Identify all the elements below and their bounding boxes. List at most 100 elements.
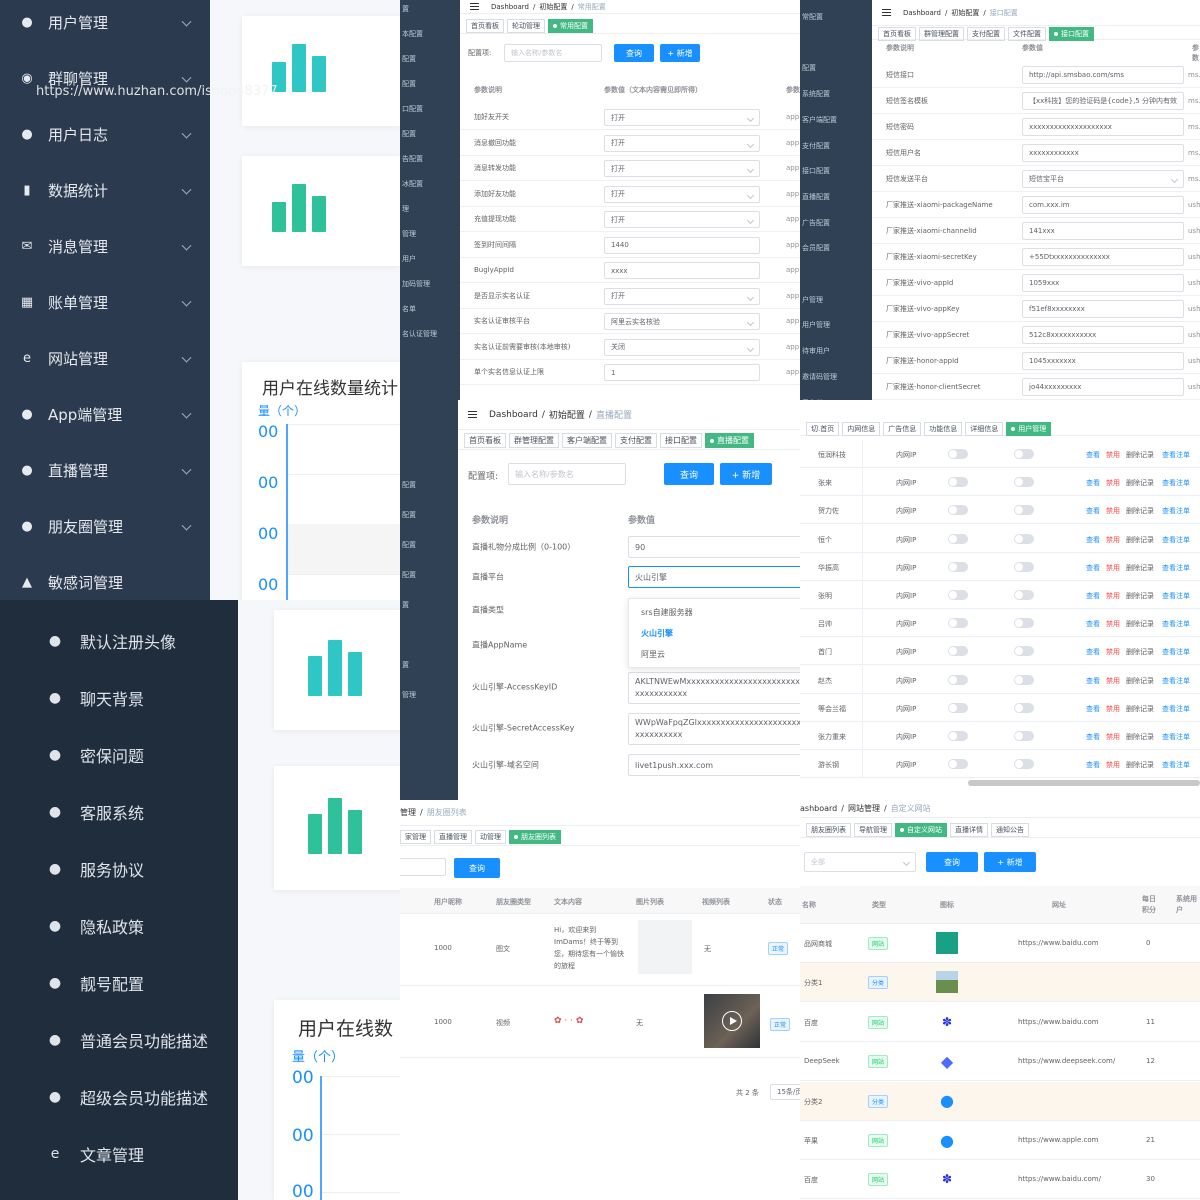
site-url[interactable]: https://www.baidu.com/ xyxy=(1018,1175,1101,1183)
toggle-switch[interactable] xyxy=(1014,590,1034,600)
sidebar-sub-item[interactable]: ● 默认注册头像 xyxy=(0,618,238,664)
delete-record-link[interactable]: 删除记录 xyxy=(1126,732,1154,742)
sidebar-sub-item[interactable]: ● 客服系统 xyxy=(0,789,238,835)
sidebar-item[interactable]: 置 xyxy=(400,660,458,670)
view-orders-link[interactable]: 查看注单 xyxy=(1162,760,1190,770)
horizontal-scrollbar[interactable] xyxy=(968,780,1200,786)
sidebar-item[interactable]: 直播配置 xyxy=(800,192,872,202)
query-button[interactable]: 查询 xyxy=(454,858,500,878)
view-link[interactable]: 查看 xyxy=(1086,760,1100,770)
disable-link[interactable]: 禁用 xyxy=(1106,619,1120,629)
sidebar-item[interactable]: ▲ 敏感词管理 xyxy=(0,560,210,600)
crumb[interactable]: Dashboard xyxy=(489,410,538,420)
dropdown-option-selected[interactable]: 火山引擎 xyxy=(641,628,673,639)
config-input[interactable]: jo44xxxxxxxxx xyxy=(1022,378,1184,396)
sidebar-item[interactable]: 户管理 xyxy=(800,295,872,305)
view-link[interactable]: 查看 xyxy=(1086,591,1100,601)
sidebar-item[interactable]: 支付配置 xyxy=(800,141,872,151)
config-select[interactable]: 打开 xyxy=(604,134,760,152)
view-link[interactable]: 查看 xyxy=(1086,732,1100,742)
tab-item[interactable]: 轮动管理 xyxy=(507,18,545,33)
disable-link[interactable]: 禁用 xyxy=(1106,760,1120,770)
disable-link[interactable]: 禁用 xyxy=(1106,732,1120,742)
config-input[interactable]: com.xxx.im xyxy=(1022,196,1184,214)
sidebar-item[interactable]: ▮ 数据统计 xyxy=(0,168,210,213)
tab-item[interactable]: 切.首页 xyxy=(806,421,840,436)
tab-item[interactable]: 群管理配置 xyxy=(509,433,559,448)
view-orders-link[interactable]: 查看注单 xyxy=(1162,478,1190,488)
hamburger-icon[interactable] xyxy=(468,411,477,418)
toggle-switch[interactable] xyxy=(948,702,968,713)
disable-link[interactable]: 禁用 xyxy=(1106,591,1120,601)
disable-link[interactable]: 禁用 xyxy=(1106,647,1120,657)
view-orders-link[interactable]: 查看注单 xyxy=(1162,676,1190,686)
toggle-switch[interactable] xyxy=(1014,702,1034,713)
config-input[interactable]: f51ef8xxxxxxxx xyxy=(1022,300,1184,318)
tab-item[interactable]: 内网信息 xyxy=(842,421,881,436)
view-link[interactable]: 查看 xyxy=(1086,478,1100,488)
config-input[interactable]: AKLTNWEwMxxxxxxxxxxxxxxxxxxxxxxxxxxxxxxx… xyxy=(628,672,800,704)
view-link[interactable]: 查看 xyxy=(1086,647,1100,657)
add-button[interactable]: + 新增 xyxy=(720,463,772,485)
sidebar-item[interactable]: 配置 xyxy=(400,510,458,520)
crumb[interactable]: 网站管理 xyxy=(848,803,880,814)
view-orders-link[interactable]: 查看注单 xyxy=(1162,619,1190,629)
toggle-switch[interactable] xyxy=(1014,731,1034,741)
view-link[interactable]: 查看 xyxy=(1086,450,1100,460)
disable-link[interactable]: 禁用 xyxy=(1106,704,1120,714)
view-orders-link[interactable]: 查看注单 xyxy=(1162,506,1190,516)
platform-select[interactable]: 火山引擎 xyxy=(628,566,800,588)
toggle-switch[interactable] xyxy=(948,449,968,459)
dropdown-option[interactable]: srs自建服务器 xyxy=(641,607,693,618)
config-input[interactable]: 90 xyxy=(628,536,800,558)
tab-item[interactable]: 直播管理 xyxy=(434,829,472,844)
delete-record-link[interactable]: 删除记录 xyxy=(1126,591,1154,601)
sidebar-item[interactable]: 配置 xyxy=(400,129,460,139)
toggle-switch[interactable] xyxy=(948,759,968,770)
add-button[interactable]: + 新增 xyxy=(660,44,700,62)
sidebar-item[interactable]: ✉ 消息管理 xyxy=(0,224,210,269)
sidebar-item[interactable]: e 网站管理 xyxy=(0,336,210,381)
tab-item[interactable]: 首页看板 xyxy=(464,433,506,448)
toggle-switch[interactable] xyxy=(948,477,968,488)
tab-item[interactable]: 功能信息 xyxy=(924,421,963,436)
delete-record-link[interactable]: 删除记录 xyxy=(1126,760,1154,770)
sidebar-item[interactable]: 本配置 xyxy=(400,29,460,39)
view-orders-link[interactable]: 查看注单 xyxy=(1162,591,1190,601)
sidebar-item[interactable]: 邀请码管理 xyxy=(800,372,872,382)
sidebar-item[interactable]: 接口配置 xyxy=(800,166,872,176)
sidebar-item[interactable]: 待审用户 xyxy=(800,346,872,356)
tab-item[interactable]: 接口配置 xyxy=(660,433,702,448)
tab-live-config[interactable]: 直播配置 xyxy=(705,433,754,448)
tab-user-manage[interactable]: 用户管理 xyxy=(1006,421,1052,436)
config-select[interactable]: 打开 xyxy=(604,287,760,305)
stat-card-1[interactable] xyxy=(242,16,400,126)
sidebar-item[interactable]: 置 xyxy=(400,4,460,14)
sidebar-item[interactable]: 置 xyxy=(400,600,458,610)
tab-item[interactable]: 支付配置 xyxy=(967,26,1005,41)
view-link[interactable]: 查看 xyxy=(1086,619,1100,629)
tab-item[interactable]: 通知公告 xyxy=(991,822,1029,837)
site-url[interactable]: https://www.baidu.com xyxy=(1018,1018,1099,1026)
sidebar-sub-item[interactable]: e 文章管理 xyxy=(0,1131,238,1177)
view-orders-link[interactable]: 查看注单 xyxy=(1162,732,1190,742)
delete-record-link[interactable]: 删除记录 xyxy=(1126,478,1154,488)
sidebar-item[interactable]: 配置 xyxy=(400,54,460,64)
play-icon[interactable] xyxy=(722,1011,742,1031)
config-select[interactable]: 打开 xyxy=(604,185,760,203)
disable-link[interactable]: 禁用 xyxy=(1106,563,1120,573)
stat-card-2[interactable] xyxy=(242,156,400,266)
config-input[interactable]: 512c8xxxxxxxxxxx xyxy=(1022,326,1184,344)
tab-item[interactable]: 动管理 xyxy=(475,829,506,844)
sidebar-item[interactable]: 配置 xyxy=(400,570,458,580)
site-url[interactable]: https://www.apple.com xyxy=(1018,1136,1098,1144)
sidebar-sub-item[interactable]: ● 超级会员功能描述 xyxy=(0,1074,238,1120)
toggle-switch[interactable] xyxy=(1014,505,1034,516)
query-button[interactable]: 查询 xyxy=(614,44,654,62)
sidebar-item[interactable]: ▦ 账单管理 xyxy=(0,280,210,325)
page-size-select[interactable]: 15条/页 xyxy=(770,1084,800,1100)
tab-item[interactable]: 支付配置 xyxy=(615,433,657,448)
sidebar-item[interactable]: 会员配置 xyxy=(800,243,872,253)
add-button[interactable]: + 新增 xyxy=(984,852,1036,872)
tab-item[interactable]: 客户端配置 xyxy=(562,433,612,448)
